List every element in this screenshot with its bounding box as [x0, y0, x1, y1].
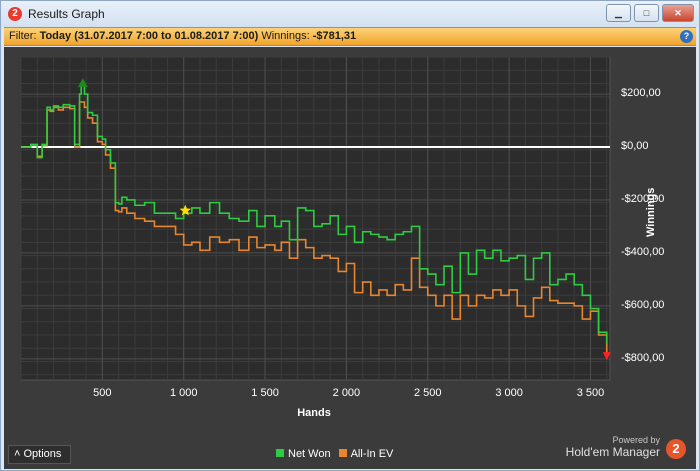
help-icon[interactable]: ? — [680, 30, 693, 43]
filter-label: Filter: — [9, 30, 37, 42]
results-chart — [20, 56, 611, 381]
x-tick-label: 500 — [93, 387, 112, 399]
options-button[interactable]: ˄ Options — [8, 445, 71, 464]
y-tick-label: -$800,00 — [621, 351, 665, 364]
product-name: Hold'em Manager — [565, 445, 660, 459]
maximize-button[interactable]: □ — [634, 4, 659, 22]
winnings-label: Winnings: — [261, 30, 310, 42]
title-bar[interactable]: 2 Results Graph ▁ □ ✕ — [1, 1, 699, 27]
filter-bar[interactable]: Filter: Today (31.07.2017 7:00 to 01.08.… — [4, 27, 696, 46]
x-tick-label: 3 500 — [576, 387, 605, 399]
y-tick-label: $0,00 — [621, 140, 649, 153]
branding: Powered by Hold'em Manager — [566, 435, 660, 459]
results-graph-window: 2 Results Graph ▁ □ ✕ Filter: Today (31.… — [0, 0, 700, 471]
legend-swatch-all-in-ev — [338, 449, 347, 457]
plot-area — [20, 56, 611, 381]
x-axis-title: Hands — [297, 407, 331, 419]
winnings-value: -$781,31 — [312, 30, 357, 42]
options-label: Options — [23, 448, 62, 460]
legend-label-all-in-ev: All-In EV — [350, 448, 394, 460]
x-tick-label: 1 500 — [251, 387, 279, 399]
y-tick-label: -$200,00 — [621, 192, 665, 205]
app-logo-icon: 2 — [8, 7, 22, 21]
y-tick-label: -$600,00 — [621, 298, 665, 311]
chart-legend: Net Won All-In EV — [276, 448, 393, 460]
minimize-button[interactable]: ▁ — [606, 4, 631, 22]
powered-by-text: Powered by — [612, 435, 660, 445]
y-tick-label: -$400,00 — [621, 245, 665, 258]
x-tick-label: 1 000 — [169, 387, 198, 399]
window-title: Results Graph — [28, 7, 105, 21]
legend-item-net-won: Net Won — [276, 448, 331, 460]
x-tick-label: 2 500 — [414, 387, 442, 399]
graph-panel: $200,00 $0,00 -$200,00 -$400,00 -$600,00 -$80… — [4, 47, 696, 469]
filter-value: Today (31.07.2017 7:00 to 01.08.2017 7:0… — [39, 30, 259, 42]
hm2-logo-icon: 2 — [666, 439, 686, 459]
legend-label-net-won: Net Won — [288, 448, 331, 460]
y-axis-title: Winnings — [645, 187, 657, 237]
x-tick-label: 3 000 — [495, 387, 523, 399]
close-button[interactable]: ✕ — [662, 4, 694, 22]
legend-swatch-net-won — [276, 449, 284, 457]
legend-item-all-in-ev: All-In EV — [338, 448, 394, 460]
y-tick-label: $200,00 — [621, 87, 661, 100]
x-tick-label: 2 000 — [332, 387, 361, 399]
chevron-up-icon: ˄ — [14, 448, 21, 460]
